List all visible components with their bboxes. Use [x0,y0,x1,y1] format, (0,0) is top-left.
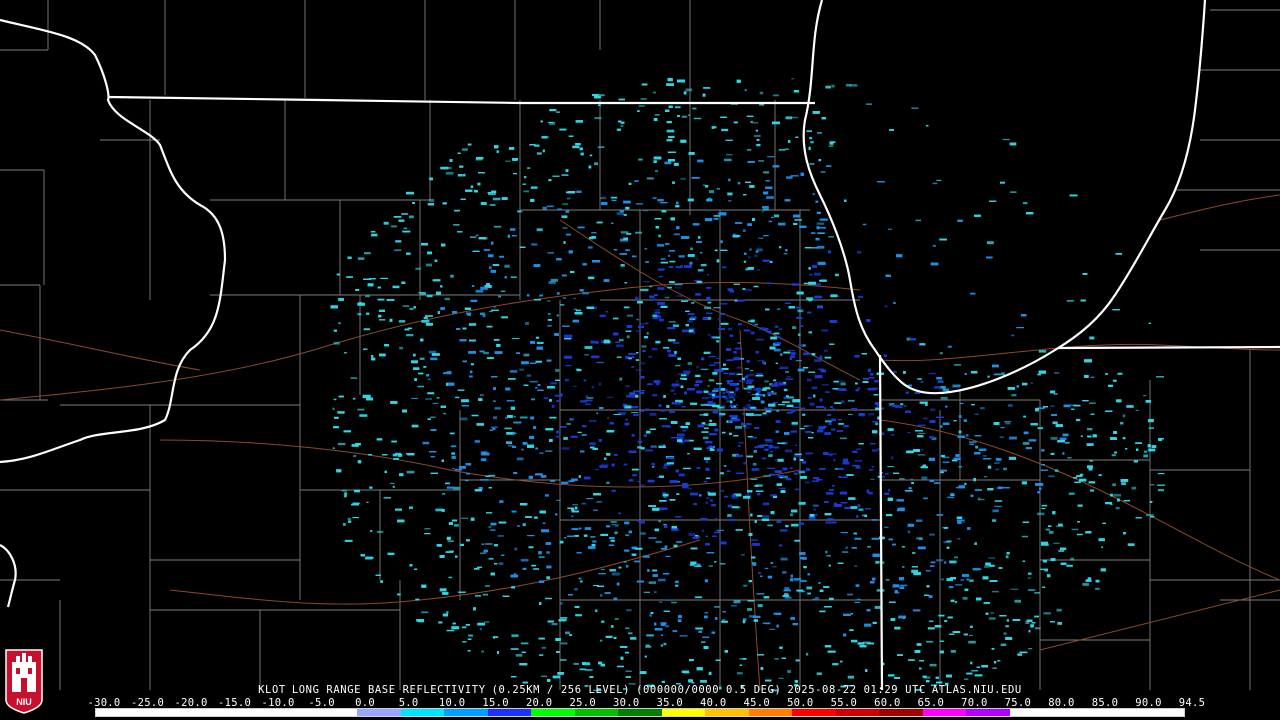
scale-label: -10.0 [261,697,295,709]
color-swatch [270,709,314,716]
radar-site [735,389,749,407]
color-swatch [183,709,227,716]
scale-label: 30.0 [612,697,640,709]
niu-logo: NIU [5,649,43,714]
scale-label: 20.0 [525,697,553,709]
color-swatch [357,709,401,716]
scale-label: 10.0 [438,697,466,709]
product-volume: (000000/0000 0.5 DEG) [636,684,782,696]
product-caption: KLOT LONG RANGE BASE REFLECTIVITY (0.25KM … [0,684,1280,698]
scale-label: 40.0 [700,697,727,709]
product-source: ATLAS.NIU.EDU [931,684,1022,696]
product-name: LONG RANGE BASE REFLECTIVITY [291,684,486,696]
color-swatch [792,709,836,716]
scale-label: -5.0 [308,697,335,709]
scale-label: 25.0 [569,697,596,709]
color-swatch [96,709,140,716]
scale-label: 65.0 [917,697,945,709]
scale-label: -25.0 [130,697,165,709]
color-swatch [226,709,271,716]
color-swatch [1140,709,1184,716]
scale-label: -20.0 [174,697,208,709]
scale-label: 85.0 [1091,697,1119,709]
color-swatch [748,709,793,716]
scale-label: 70.0 [961,697,988,709]
scale-label: -15.0 [217,697,252,709]
color-scale-labels: -30.0 -25.0 -20.0 -15.0 -10.0 -5.0 0.0 5.0 10.0 1… [87,697,1205,709]
color-swatch [966,709,1010,716]
scale-label: 55.0 [830,697,858,709]
scale-label: 15.0 [482,697,509,709]
color-swatch [487,709,532,716]
color-swatch [705,709,749,716]
scale-label: 75.0 [1004,697,1032,709]
scale-label: 60.0 [874,697,901,709]
color-swatch [139,709,184,716]
logo-text: NIU [16,697,32,707]
color-swatch [531,709,575,716]
color-swatch [444,709,488,716]
color-swatch [661,709,706,716]
scale-label: 90.0 [1135,697,1162,709]
color-scale-bar [95,708,1185,717]
scale-label: 35.0 [656,697,683,709]
scale-label: 94.5 [1178,697,1206,709]
station-id: KLOT [258,684,286,696]
color-swatch [1009,709,1054,716]
color-swatch [618,709,662,716]
color-swatch [400,709,445,716]
color-swatch [835,709,880,716]
scale-label: -30.0 [87,697,121,709]
product-datetime: 2025-08-22 01:29 UTC [787,684,926,696]
color-swatch [313,709,358,716]
product-resolution: (0.25KM / 256 LEVEL) [491,684,631,696]
color-swatch [1053,709,1097,716]
color-swatch [574,709,619,716]
scale-label: 80.0 [1048,697,1075,709]
scale-label: 50.0 [787,697,814,709]
scale-label: 5.0 [398,697,419,709]
radar-map [0,0,1280,720]
scale-label: 45.0 [743,697,771,709]
color-swatch [1096,709,1141,716]
color-swatch [922,709,967,716]
scale-label: 0.0 [355,697,376,709]
color-swatch [879,709,923,716]
